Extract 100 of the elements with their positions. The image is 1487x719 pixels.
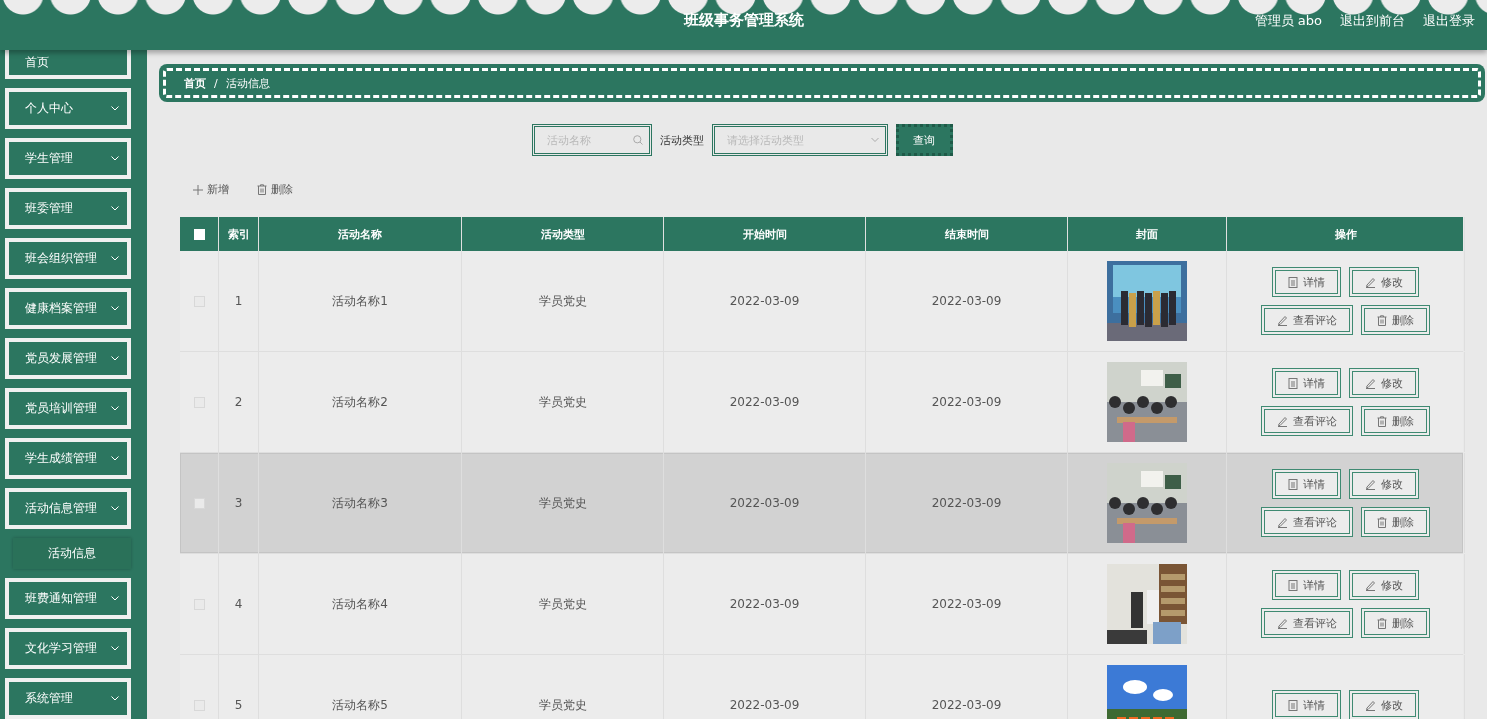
table-cell: 活动名称2 (259, 352, 462, 452)
action-button[interactable]: 详情 (1272, 267, 1341, 297)
table-cell: 2022-03-09 (866, 453, 1068, 553)
table-cell: 活动名称3 (259, 453, 462, 553)
trash-icon (1377, 415, 1387, 427)
sidebar-item[interactable]: 活动信息管理 (5, 488, 131, 530)
table-cell: 2022-03-09 (664, 352, 866, 452)
pencil-icon (1365, 276, 1376, 288)
action-button[interactable]: 修改 (1349, 570, 1419, 600)
breadcrumb-link[interactable]: 活动信息 (225, 75, 270, 91)
chevron-down-icon (111, 306, 119, 312)
delete-button[interactable]: 删除 (253, 180, 297, 199)
field-label: 活动类型 (659, 132, 704, 148)
pencil-icon (1365, 478, 1376, 490)
breadcrumb-separator: / (214, 76, 218, 90)
table-cell: 活动名称1 (259, 251, 462, 351)
table-cell: 2022-03-09 (866, 352, 1068, 452)
pencil-icon (1277, 516, 1288, 528)
search-button[interactable]: 查询 (895, 124, 953, 156)
chevron-down-icon (111, 206, 119, 212)
table-cell: 学员党史 (462, 554, 664, 654)
table-cell: 活动名称5 (259, 655, 462, 719)
table-cell: 2022-03-09 (664, 453, 866, 553)
pencil-icon (1365, 377, 1376, 389)
sidebar-item[interactable]: 文化学习管理 (5, 628, 131, 670)
trash-icon (1377, 617, 1387, 629)
document-icon (1288, 276, 1298, 288)
header-link[interactable]: 退出到前台 (1340, 12, 1405, 30)
sidebar-item[interactable]: 党员发展管理 (5, 338, 131, 380)
pencil-icon (1365, 579, 1376, 591)
sidebar-item[interactable]: 班委管理 (5, 188, 131, 230)
action-button[interactable]: 修改 (1349, 469, 1419, 499)
row-checkbox[interactable] (193, 497, 205, 509)
action-button[interactable]: 详情 (1272, 469, 1341, 499)
pencil-icon (1277, 415, 1288, 427)
table-cell: 4 (219, 554, 259, 654)
table-row[interactable]: 2 活动名称2 学员党史 2022-03-09 2022-03-09 详情 修改 查看评论 删除 (180, 352, 1463, 453)
action-button[interactable]: 修改 (1349, 690, 1419, 719)
chevron-down-icon (111, 456, 119, 462)
table-cell: 2022-03-09 (866, 655, 1068, 719)
sidebar-item[interactable]: 学生管理 (5, 138, 131, 180)
action-button[interactable]: 查看评论 (1261, 507, 1353, 537)
chevron-down-icon (111, 406, 119, 412)
user-name: 管理员 abo (1254, 12, 1322, 30)
sidebar-item[interactable]: 学生成绩管理 (5, 438, 131, 480)
pencil-icon (1365, 699, 1376, 711)
table-cell: 学员党史 (462, 251, 664, 351)
document-icon (1288, 478, 1298, 490)
sidebar-item[interactable]: 班会组织管理 (5, 238, 131, 280)
plus-icon (193, 184, 203, 195)
table-cell: 2022-03-09 (664, 655, 866, 719)
action-button[interactable]: 查看评论 (1261, 406, 1353, 436)
action-button[interactable]: 详情 (1272, 690, 1341, 719)
table-cell: 2022-03-09 (866, 554, 1068, 654)
table-cell: 2 (219, 352, 259, 452)
sidebar-item[interactable]: 党员培训管理 (5, 388, 131, 430)
pencil-icon (1277, 314, 1288, 326)
table-cell: 3 (219, 453, 259, 553)
pencil-icon (1277, 617, 1288, 629)
action-button[interactable]: 查看评论 (1261, 305, 1353, 335)
chevron-down-icon (111, 106, 119, 112)
action-button[interactable]: 删除 (1361, 507, 1430, 537)
action-button[interactable]: 修改 (1349, 267, 1419, 297)
add-button[interactable]: 新增 (189, 180, 233, 199)
select-all-checkbox[interactable] (193, 228, 205, 240)
chevron-down-icon (111, 356, 119, 362)
trash-icon (1377, 314, 1387, 326)
table-row[interactable]: 1 活动名称1 学员党史 2022-03-09 2022-03-09 详情 修改 查看评论 删除 (180, 251, 1463, 352)
document-icon (1288, 377, 1298, 389)
table-cell: 2022-03-09 (866, 251, 1068, 351)
action-button[interactable]: 详情 (1272, 368, 1341, 398)
table-cell: 学员党史 (462, 453, 664, 553)
breadcrumb-link[interactable]: 首页 (184, 75, 206, 91)
chevron-down-icon (111, 646, 119, 652)
table-cell: 2022-03-09 (664, 554, 866, 654)
action-button[interactable]: 删除 (1361, 305, 1430, 335)
table-cell: 5 (219, 655, 259, 719)
table-row[interactable]: 3 活动名称3 学员党史 2022-03-09 2022-03-09 详情 修改 查看评论 删除 (180, 453, 1463, 554)
trash-icon (257, 184, 267, 195)
header-link[interactable]: 退出登录 (1423, 12, 1475, 30)
sidebar-subitem[interactable]: 活动信息 (13, 538, 131, 570)
action-button[interactable]: 删除 (1361, 608, 1430, 638)
search-icon (632, 135, 643, 145)
action-button[interactable]: 查看评论 (1261, 608, 1353, 638)
table-cell: 学员党史 (462, 352, 664, 452)
sidebar-item[interactable]: 班费通知管理 (5, 578, 131, 620)
chevron-down-icon (870, 137, 879, 143)
chevron-down-icon (111, 256, 119, 262)
table-cell: 活动名称4 (259, 554, 462, 654)
action-button[interactable]: 修改 (1349, 368, 1419, 398)
sidebar-item[interactable]: 健康档案管理 (5, 288, 131, 330)
table-cell: 1 (219, 251, 259, 351)
table-cell: 学员党史 (462, 655, 664, 719)
sidebar-item[interactable]: 系统管理 (5, 678, 131, 719)
action-button[interactable]: 详情 (1272, 570, 1341, 600)
document-icon (1288, 579, 1298, 591)
table-row[interactable]: 4 活动名称4 学员党史 2022-03-09 2022-03-09 详情 修改 查看评论 删除 (180, 554, 1463, 655)
action-button[interactable]: 删除 (1361, 406, 1430, 436)
sidebar-item[interactable]: 个人中心 (5, 88, 131, 130)
sidebar-item[interactable]: 首页 (5, 50, 131, 80)
